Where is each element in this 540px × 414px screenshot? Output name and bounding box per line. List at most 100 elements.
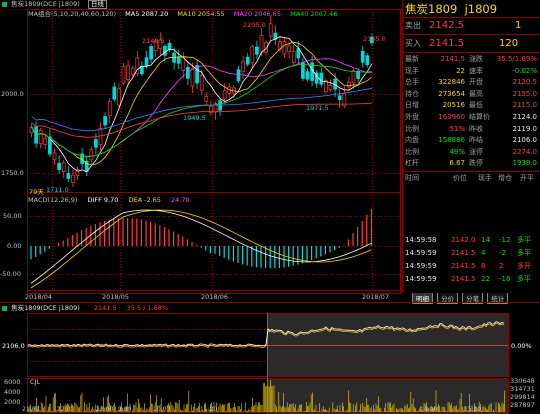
macd-dea: DEA -2.65 — [128, 196, 161, 204]
candle-body — [259, 35, 264, 53]
stat-value: 322846 — [438, 78, 465, 87]
stat-label: 现手 — [405, 66, 419, 75]
trade-cell: -2 — [499, 249, 506, 257]
trade-row: 14:59:59 2141.5 22 -16 多平 — [403, 274, 540, 285]
stat-label: 比例 — [405, 124, 419, 133]
quote-stat-row: 最新 2141.5 涨跌 35.5/1.69% — [403, 54, 540, 65]
time-2300: 23:00 — [96, 406, 114, 413]
quote-panel-tabs: 明细 分价 分笔 统计 — [412, 293, 510, 304]
quote-stat-row: 持仓 273654 最高 2155.0 — [403, 89, 540, 100]
quote-stat-row: 杠杆 6.67 跌停 1938.0 — [403, 158, 540, 169]
volume-label: CJL — [30, 378, 41, 386]
time-0900: 9:00 — [118, 406, 132, 413]
stat-value: 20516 — [442, 101, 465, 110]
annotation-high-2: 2205.0 — [243, 21, 266, 29]
stat-value: -0.02% — [512, 66, 537, 75]
macd-label[interactable]: MACD(12,26,9) — [28, 196, 77, 204]
candle-body — [107, 100, 112, 117]
trade-cell: 14:59:59 — [405, 275, 437, 283]
stat-label: 总手 — [405, 78, 419, 87]
instrument-code: j1809 — [464, 2, 498, 16]
trade-cell: 14:59:58 — [405, 236, 437, 244]
trades-header-type: 开平 — [520, 174, 534, 182]
candle-body — [71, 174, 75, 183]
trade-cell: 14:59:59 — [405, 249, 437, 257]
candle-body — [199, 74, 204, 91]
trades-header-oi: 增仓 — [498, 174, 512, 182]
stat-value: 22 — [456, 66, 465, 75]
trade-cell: 2 — [499, 262, 504, 270]
time-1000: 10:00 — [153, 406, 171, 413]
oi-tick-1: 330648 — [510, 377, 535, 385]
stat-value: 2119.0 — [512, 124, 538, 133]
x-label-apr: 2018/04 — [25, 293, 53, 301]
stat-label: 持仓 — [405, 89, 419, 98]
time-1500: 15:00 — [464, 406, 482, 413]
trade-cell: 2141.5 — [451, 275, 476, 283]
intraday-chart[interactable] — [0, 312, 540, 414]
candle-body — [347, 81, 351, 88]
annotation-low-2: 1949.5 — [183, 114, 206, 122]
candle-body — [250, 46, 255, 64]
candle-body — [66, 173, 71, 179]
candle-body — [144, 57, 149, 67]
candle-body — [255, 46, 259, 55]
candle-body — [241, 60, 245, 72]
trade-cell: 22 — [481, 275, 490, 283]
candle-body — [324, 80, 328, 92]
stat-value: 2120.5 — [512, 78, 538, 87]
candle-body — [176, 57, 181, 64]
bid-row[interactable]: 买入 2141.5 120 — [403, 36, 540, 51]
ask-price: 2142.5 — [429, 20, 464, 31]
quote-stat-row: 现手 22 速率 -0.02% — [403, 66, 540, 77]
intraday-color-icon — [2, 305, 7, 311]
instrument-name: 焦炭1809 — [405, 2, 458, 16]
candle-body — [282, 41, 287, 55]
candle-body — [351, 70, 356, 84]
ask-row[interactable]: 卖出 2142.5 1 — [403, 18, 540, 33]
candle-body — [103, 116, 107, 126]
stat-label: 杠杆 — [405, 159, 419, 168]
intraday-change: 35.5 / 1.68% — [126, 304, 169, 312]
trades-header-price: 价位 — [453, 174, 467, 182]
candle-body — [236, 69, 241, 82]
candle-body — [305, 71, 310, 80]
x-label-jul: 2018/07 — [362, 293, 390, 301]
trade-cell: 2141.5 — [451, 262, 476, 270]
stat-value: 51% — [449, 124, 465, 133]
trade-cell: 8 — [481, 262, 486, 270]
candle-body — [130, 67, 135, 75]
macd-tick-0: 0.00 — [7, 242, 22, 250]
time-1100: 11:00 — [200, 406, 218, 413]
annotation-low-3: 1971.5 — [306, 104, 329, 112]
ask-qty: 1 — [515, 20, 522, 31]
stat-value: 6.67 — [449, 159, 465, 168]
time-1400: 14:00 — [420, 406, 438, 413]
kline-chart[interactable] — [0, 0, 402, 302]
candle-body — [319, 72, 324, 85]
candle-body — [222, 90, 227, 100]
candle-body — [43, 137, 48, 145]
candle-body — [287, 45, 291, 53]
candle-body — [204, 96, 209, 102]
intraday-time-axis: 21:00 22:00 23:00 9:00 10:00 11:00 14:00… — [0, 406, 540, 414]
annotation-high-3: 2155.0 — [363, 35, 386, 43]
candle-body — [94, 139, 98, 148]
candle-body — [112, 86, 117, 100]
trades-header-time: 时间 — [405, 174, 419, 182]
stat-value: 2115.0 — [512, 101, 538, 110]
stat-label: 昨收 — [469, 124, 483, 133]
stat-label: 外盘 — [405, 113, 419, 121]
trade-cell: 14:59:59 — [405, 262, 437, 270]
quote-stat-row: 内盘 158886 昨结 2106.0 — [403, 135, 540, 146]
stat-label: 跌停 — [469, 159, 483, 168]
macd-diff: DIFF 9.70 — [87, 196, 119, 204]
intraday-instrument[interactable]: 焦炭1809(DCE j1809) — [11, 304, 80, 312]
y-tick-1750: 1750.0 — [1, 169, 24, 177]
vol-tick-2000: 2000 — [4, 398, 21, 406]
trade-cell: 2142.0 — [451, 236, 476, 244]
macd-legend: MACD(12,26,9) DIFF 9.70 DEA -2.65 24.70 — [28, 196, 198, 205]
bid-price: 2141.5 — [429, 38, 464, 49]
quote-stat-row: 日增 20516 最低 2115.0 — [403, 100, 540, 111]
trades-header: 时间 价位 现手 增仓 开平 — [403, 173, 540, 184]
